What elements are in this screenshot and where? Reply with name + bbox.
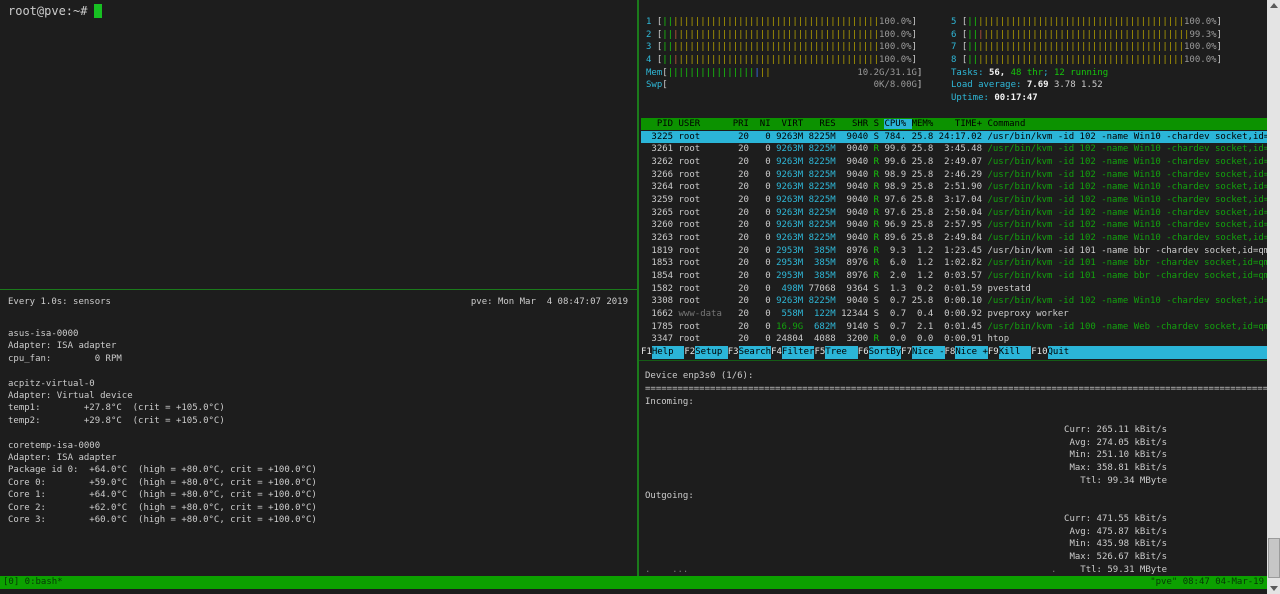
fkey-search[interactable]: F3 <box>728 346 739 359</box>
process-row[interactable]: 1785 root 20 0 16.9G 682M 9140 S 0.7 2.1… <box>641 321 1267 334</box>
cpu-meter-7: 7 [|||||||||||||||||||||||||||||||||||||… <box>951 41 1222 54</box>
fkey-help[interactable]: F1 <box>641 346 652 359</box>
bash-prompt: root@pve:~# <box>8 4 87 18</box>
watch-host-datetime: pve: Mon Mar 4 08:47:07 2019 <box>471 296 628 308</box>
nload-graph-dots: . .... <box>645 564 1267 576</box>
process-row[interactable]: 3259 root 20 0 9263M 8225M 9040 R 97.6 2… <box>641 194 1267 207</box>
cpu-meter-2: 2 [|||||||||||||||||||||||||||||||||||||… <box>646 29 917 42</box>
tmux-horizontal-pane-border-right[interactable] <box>639 360 1267 361</box>
nload-incoming-label: Incoming: <box>645 396 694 409</box>
cpu-meter-5: 5 [|||||||||||||||||||||||||||||||||||||… <box>951 16 1222 29</box>
scroll-up-arrow-icon[interactable] <box>1267 0 1280 12</box>
cpu-meter-row: 3 [|||||||||||||||||||||||||||||||||||||… <box>641 41 1267 54</box>
fkey-setup[interactable]: F2 <box>684 346 695 359</box>
bash-prompt-line: root@pve:~# <box>8 4 102 19</box>
watch-header: Every 1.0s: sensors pve: Mon Mar 4 08:47… <box>8 296 628 308</box>
tmux-window-list[interactable]: [0] 0:bash* <box>3 576 63 589</box>
nload-pane[interactable]: Device enp3s0 (1/6): ===================… <box>641 362 1267 576</box>
fkey-sortby[interactable]: F6 <box>858 346 869 359</box>
fkey-label-nice-[interactable]: Nice + <box>955 346 988 359</box>
process-row[interactable]: 3262 root 20 0 9263M 8225M 9040 R 99.6 2… <box>641 156 1267 169</box>
process-row[interactable]: 1582 root 20 0 498M 77068 9364 S 1.3 0.2… <box>641 283 1267 296</box>
process-table-header[interactable]: PID USER PRI NI VIRT RES SHR S CPU% MEM%… <box>641 118 1267 131</box>
fkey-quit[interactable]: F10 <box>1031 346 1047 359</box>
process-row[interactable]: 3308 root 20 0 9263M 8225M 9040 S 0.7 25… <box>641 295 1267 308</box>
swap-meter: Swp[ 0K/8.00G] <box>646 79 922 92</box>
nload-separator: ========================================… <box>645 383 1267 396</box>
nload-outgoing-label: Outgoing: <box>645 490 694 503</box>
fkey-kill[interactable]: F9 <box>988 346 999 359</box>
tmux-status-right: "pve" 08:47 04-Mar-19 <box>1150 576 1264 589</box>
cpu-meter-8: 8 [|||||||||||||||||||||||||||||||||||||… <box>951 54 1222 67</box>
process-row[interactable]: 3263 root 20 0 9263M 8225M 9040 R 89.6 2… <box>641 232 1267 245</box>
mem-meter-row: Mem[||||||||||||||||||| 10.2G/31.1G] Task… <box>641 67 1267 80</box>
process-row[interactable]: 3347 root 20 0 24804 4088 3200 R 0.0 0.0… <box>641 333 1267 346</box>
fkey-label-nice-[interactable]: Nice - <box>912 346 945 359</box>
fkey-label-help[interactable]: Help <box>652 346 685 359</box>
cpu-meter-4: 4 [|||||||||||||||||||||||||||||||||||||… <box>646 54 917 67</box>
cpu-meter-row: 2 [|||||||||||||||||||||||||||||||||||||… <box>641 29 1267 42</box>
process-row[interactable]: 3264 root 20 0 9263M 8225M 9040 R 98.9 2… <box>641 181 1267 194</box>
tasks-summary: Tasks: 56, 48 thr; 12 running <box>951 67 1108 80</box>
fkey-nice-[interactable]: F7 <box>901 346 912 359</box>
load-average: Load average: 7.69 3.78 1.52 <box>951 79 1103 92</box>
htop-function-key-bar: F1Help F2Setup F3SearchF4FilterF5Tree F6… <box>641 346 1267 359</box>
bash-pane[interactable]: root@pve:~# <box>0 0 637 289</box>
watch-interval-label: Every 1.0s: sensors <box>8 296 111 308</box>
nload-incoming-stats: Curr: 265.11 kBit/s Avg: 274.05 kBit/s M… <box>1064 424 1167 488</box>
scrollbar-thumb[interactable] <box>1268 538 1280 578</box>
cpu-meter-row: 1 [|||||||||||||||||||||||||||||||||||||… <box>641 16 1267 29</box>
cpu-meter-3: 3 [|||||||||||||||||||||||||||||||||||||… <box>646 41 917 54</box>
scrollbar[interactable] <box>1267 0 1280 594</box>
cpu-meter-row: 4 [|||||||||||||||||||||||||||||||||||||… <box>641 54 1267 67</box>
fkey-bar-filler <box>1080 346 1267 359</box>
fkey-label-setup[interactable]: Setup <box>695 346 728 359</box>
process-row[interactable]: 1662 www-data 20 0 558M 122M 12344 S 0.7… <box>641 308 1267 321</box>
swap-meter-row: Swp[ 0K/8.00G] Load average: 7.69 3.78 1.… <box>641 79 1267 92</box>
sensors-output: asus-isa-0000 Adapter: ISA adapter cpu_f… <box>8 328 317 527</box>
uptime: Uptime: 00:17:47 <box>951 92 1038 105</box>
scroll-down-arrow-icon[interactable] <box>1267 582 1280 594</box>
process-row[interactable]: 3225 root 20 0 9263M 8225M 9040 S 784. 2… <box>641 131 1267 144</box>
tmux-status-bar[interactable]: [0] 0:bash* "pve" 08:47 04-Mar-19 <box>0 576 1267 589</box>
fkey-label-search[interactable]: Search <box>739 346 772 359</box>
process-row[interactable]: 3265 root 20 0 9263M 8225M 9040 R 97.6 2… <box>641 207 1267 220</box>
process-row[interactable]: 1819 root 20 0 2953M 385M 8976 R 9.3 1.2… <box>641 245 1267 258</box>
tmux-horizontal-pane-border-left[interactable] <box>0 289 637 290</box>
fkey-label-tree[interactable]: Tree <box>825 346 858 359</box>
fkey-label-quit[interactable]: Quit <box>1048 346 1081 359</box>
process-row[interactable]: 1853 root 20 0 2953M 385M 8976 R 6.0 1.2… <box>641 257 1267 270</box>
terminal-window: root@pve:~# Every 1.0s: sensors pve: Mon… <box>0 0 1267 594</box>
htop-pane[interactable]: 1 [|||||||||||||||||||||||||||||||||||||… <box>641 0 1267 360</box>
sensors-pane[interactable]: Every 1.0s: sensors pve: Mon Mar 4 08:47… <box>0 291 637 576</box>
nload-device-line: Device enp3s0 (1/6): <box>645 370 753 383</box>
fkey-tree[interactable]: F5 <box>814 346 825 359</box>
fkey-nice-[interactable]: F8 <box>945 346 956 359</box>
process-row[interactable]: 3261 root 20 0 9263M 8225M 9040 R 99.6 2… <box>641 143 1267 156</box>
memory-meter: Mem[||||||||||||||||||| 10.2G/31.1G] <box>646 67 922 80</box>
process-row[interactable]: 1854 root 20 0 2953M 385M 8976 R 2.0 1.2… <box>641 270 1267 283</box>
cpu-meter-1: 1 [|||||||||||||||||||||||||||||||||||||… <box>646 16 917 29</box>
cpu-meter-6: 6 [|||||||||||||||||||||||||||||||||||||… <box>951 29 1222 42</box>
fkey-filter[interactable]: F4 <box>771 346 782 359</box>
process-row[interactable]: 3266 root 20 0 9263M 8225M 9040 R 98.9 2… <box>641 169 1267 182</box>
fkey-label-kill[interactable]: Kill <box>999 346 1032 359</box>
fkey-label-sortby[interactable]: SortBy <box>869 346 902 359</box>
process-row[interactable]: 3260 root 20 0 9263M 8225M 9040 R 96.9 2… <box>641 219 1267 232</box>
fkey-label-filter[interactable]: Filter <box>782 346 815 359</box>
uptime-row: Uptime: 00:17:47 <box>641 92 1267 105</box>
tmux-vertical-pane-border[interactable] <box>637 0 639 576</box>
terminal-cursor <box>94 4 102 18</box>
